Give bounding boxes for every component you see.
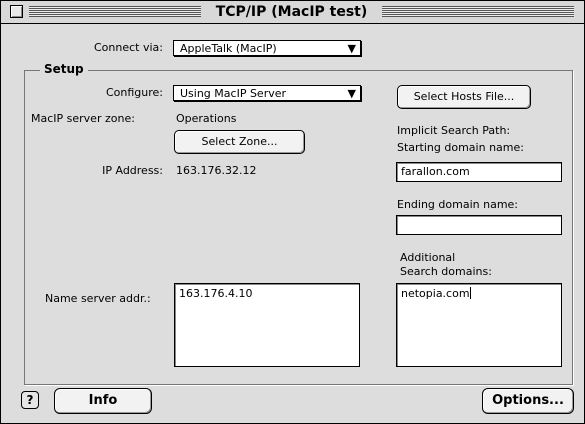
connect-via-value: AppleTalk (MacIP) (180, 42, 277, 55)
additional-search-domains-value: netopia.com (401, 287, 470, 300)
search-domains-label: Search domains: (400, 265, 492, 278)
name-server-field[interactable]: 163.176.4.10 (174, 283, 360, 367)
title-bar-stripes-left (29, 6, 201, 17)
connect-via-popup[interactable]: AppleTalk (MacIP) ▼ (173, 40, 361, 56)
starting-domain-field[interactable]: farallon.com (396, 162, 562, 182)
macip-zone-label: MacIP server zone: (31, 112, 135, 125)
connect-via-label: Connect via: (94, 41, 163, 54)
configure-popup[interactable]: Using MacIP Server ▼ (173, 85, 361, 101)
name-server-label: Name server addr.: (45, 292, 151, 305)
title-bar-stripes-right (382, 6, 574, 17)
tcpip-window: TCP/IP (MacIP test) Connect via: AppleTa… (0, 0, 585, 424)
title-bar[interactable]: TCP/IP (MacIP test) (1, 1, 584, 24)
implicit-search-path-label: Implicit Search Path: (397, 124, 511, 137)
setup-group-title: Setup (40, 61, 88, 77)
ip-address-label: IP Address: (102, 164, 163, 177)
configure-label: Configure: (105, 86, 163, 99)
additional-label: Additional (400, 251, 456, 264)
select-zone-button[interactable]: Select Zone... (174, 130, 305, 154)
text-cursor (469, 287, 471, 299)
help-icon[interactable]: ? (21, 391, 39, 409)
chevron-down-icon: ▼ (347, 42, 356, 55)
select-hosts-file-button[interactable]: Select Hosts File... (397, 85, 531, 109)
ending-domain-label: Ending domain name: (397, 198, 519, 211)
configure-value: Using MacIP Server (180, 87, 287, 100)
ip-address-value: 163.176.32.12 (176, 164, 257, 177)
close-box-icon[interactable] (10, 5, 23, 18)
options-button[interactable]: Options... (482, 388, 574, 414)
macip-zone-value: Operations (176, 112, 237, 125)
window-title: TCP/IP (MacIP test) (201, 2, 382, 22)
window-content: Connect via: AppleTalk (MacIP) ▼ Setup C… (1, 24, 584, 423)
ending-domain-field[interactable] (396, 215, 562, 235)
chevron-down-icon: ▼ (347, 87, 356, 100)
additional-search-domains-field[interactable]: netopia.com (396, 283, 562, 367)
starting-domain-label: Starting domain name: (397, 141, 524, 154)
info-button[interactable]: Info (54, 388, 152, 414)
